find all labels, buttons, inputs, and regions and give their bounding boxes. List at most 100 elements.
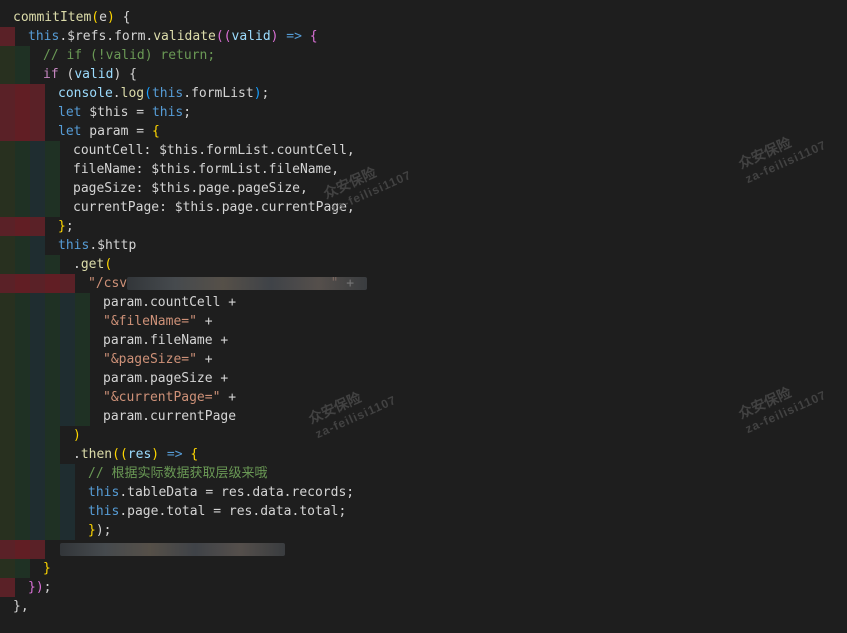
code-line[interactable]: } [0,559,847,578]
indent-guide [45,502,60,521]
indent-guide [60,388,75,407]
indent-guide [30,293,45,312]
code-text: "&fileName=" + [103,312,213,331]
indent-guide [15,46,30,65]
indent-guide [30,198,45,217]
code-line[interactable]: .then((res) => { [0,445,847,464]
code-token: => [159,447,191,462]
code-text: this.tableData = res.data.records; [88,483,354,502]
indent-guide [15,426,30,445]
code-token: ) [106,10,115,25]
code-token: .formList [183,86,254,101]
code-token: param.pageSize + [103,371,229,386]
code-line[interactable]: this.$refs.form.validate((valid) => { [0,27,847,46]
indent-guide [15,350,30,369]
code-line[interactable]: param.countCell + [0,293,847,312]
code-token: if [43,67,59,82]
code-line[interactable]: }; [0,217,847,236]
indent-guide [15,236,30,255]
code-line[interactable]: currentPage: $this.page.currentPage, [0,198,847,217]
code-line[interactable]: "&pageSize=" + [0,350,847,369]
indent-guide [15,255,30,274]
code-line[interactable]: countCell: $this.formList.countCell, [0,141,847,160]
indent-guide [0,559,15,578]
indent-guide [15,407,30,426]
indent-guide [45,483,60,502]
indent-guide [45,369,60,388]
code-line[interactable]: this.tableData = res.data.records; [0,483,847,502]
code-token: fileName: $this.formList.fileName, [73,162,340,177]
code-line[interactable]: .get( [0,255,847,274]
code-text: param.countCell + [103,293,236,312]
code-line[interactable]: fileName: $this.formList.fileName, [0,160,847,179]
indent-guide [0,65,15,84]
code-token: param.fileName + [103,333,229,348]
code-line[interactable]: param.pageSize + [0,369,847,388]
code-token: ; [261,86,270,101]
code-line[interactable]: ) [0,426,847,445]
indent-guide [75,331,90,350]
code-text: pageSize: $this.page.pageSize, [73,179,308,198]
code-token: (( [215,29,232,44]
redacted-region [127,277,367,290]
indent-guide [75,388,90,407]
indent-guide [15,160,30,179]
indent-guide [60,464,75,483]
indent-guide [0,103,15,122]
indent-guide [0,540,15,559]
code-line[interactable]: // if (!valid) return; [0,46,847,65]
code-line[interactable]: pageSize: $this.page.pageSize, [0,179,847,198]
indent-guide [45,141,60,160]
indent-guide [45,331,60,350]
code-editor[interactable]: commitItem(e) {this.$refs.form.validate(… [0,0,847,633]
code-line[interactable]: }, [0,597,847,616]
indent-guide [30,426,45,445]
code-text: countCell: $this.formList.countCell, [73,141,355,160]
code-text: this.$refs.form.validate((valid) => { [28,27,318,46]
code-token: . [73,447,81,462]
indent-guide [15,388,30,407]
code-token: "/csv [88,276,128,291]
code-token: countCell: $this.formList.countCell, [73,143,355,158]
indent-guide [45,407,60,426]
indent-guide [30,160,45,179]
indent-guide [75,407,90,426]
code-text: console.log(this.formList); [58,84,269,103]
code-line[interactable]: let param = { [0,122,847,141]
code-line[interactable]: // 根据实际数据获取层级来哦 [0,464,847,483]
code-line[interactable]: param.fileName + [0,331,847,350]
indent-guide [30,274,45,293]
indent-guide [15,312,30,331]
code-token: "&pageSize=" [103,352,197,367]
code-token: this [151,86,184,101]
indent-guide [45,255,60,274]
code-text: // if (!valid) return; [43,46,215,65]
indent-guide [0,369,15,388]
indent-guide [0,578,15,597]
code-line[interactable]: "&fileName=" + [0,312,847,331]
code-line[interactable]: if (valid) { [0,65,847,84]
code-token: ( [144,86,152,101]
code-token: valid [231,29,271,44]
code-text: this.$http [58,236,136,255]
code-line[interactable]: this.$http [0,236,847,255]
indent-guide [0,141,15,160]
code-line[interactable]: }); [0,578,847,597]
code-line[interactable]: console.log(this.formList); [0,84,847,103]
code-line[interactable]: param.currentPage [0,407,847,426]
code-line[interactable]: this.page.total = res.data.total; [0,502,847,521]
indent-guide [0,46,15,65]
code-token: .page.total = res.data.total; [119,504,347,519]
indent-guide [15,540,30,559]
code-token: .tableData = res.data.records; [119,485,355,500]
code-text: fileName: $this.formList.fileName, [73,160,339,179]
code-token: then [80,447,113,462]
code-line[interactable]: }); [0,521,847,540]
code-text: }); [88,521,111,540]
code-text: }; [58,217,74,236]
code-token: this [58,238,90,253]
code-line[interactable]: commitItem(e) { [0,8,847,27]
indent-guide [0,331,15,350]
code-line[interactable]: "&currentPage=" + [0,388,847,407]
code-line[interactable]: let $this = this; [0,103,847,122]
